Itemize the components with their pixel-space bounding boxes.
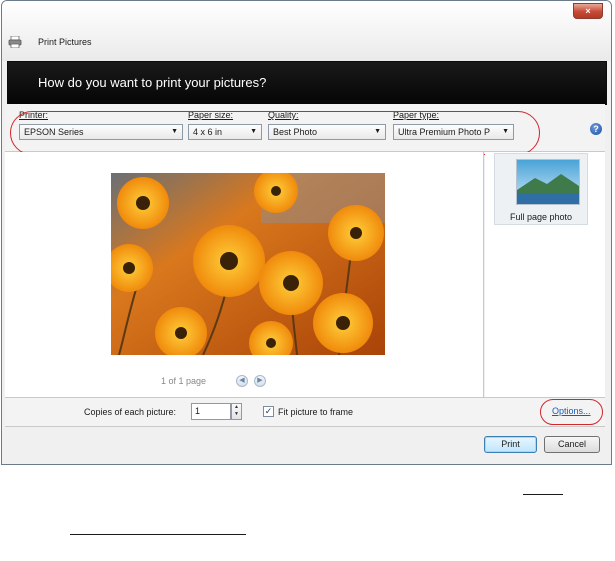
printer-icon: [8, 36, 22, 48]
chevron-up-icon[interactable]: ▲: [232, 404, 241, 411]
fit-picture-checkbox[interactable]: ✓: [263, 406, 274, 417]
layout-label: Full page photo: [509, 212, 573, 222]
page-count: 1 of 1 page: [161, 376, 207, 386]
divider-line: [70, 534, 246, 535]
chevron-down-icon[interactable]: ▼: [232, 411, 241, 418]
title-bar: × Print Pictures: [2, 1, 611, 61]
window-title: Print Pictures: [38, 37, 92, 47]
header-question: How do you want to print your pictures?: [38, 75, 267, 90]
fit-picture-label: Fit picture to frame: [278, 407, 354, 417]
print-button[interactable]: Print: [484, 436, 537, 453]
copies-label: Copies of each picture:: [84, 407, 177, 417]
layout-thumbnail: [516, 159, 580, 205]
options-highlight-oval: [540, 399, 603, 425]
preview-photo: [111, 173, 385, 355]
previous-page-button[interactable]: ◀: [236, 375, 248, 387]
options-bar: Copies of each picture: 1 ▲ ▼ ✓ Fit pict…: [5, 397, 605, 427]
divider-line: [523, 494, 563, 495]
copies-input[interactable]: 1: [191, 403, 231, 420]
layout-item-full-page-photo[interactable]: Full page photo: [494, 153, 588, 225]
settings-highlight-oval: [10, 111, 540, 155]
next-page-button[interactable]: ▶: [254, 375, 266, 387]
cancel-button[interactable]: Cancel: [544, 436, 600, 453]
copies-stepper[interactable]: ▲ ▼: [231, 403, 242, 420]
print-preview-pane: 1 of 1 page ◀ ▶: [5, 152, 484, 397]
help-icon[interactable]: ?: [590, 123, 602, 135]
layout-list: Full page photo: [485, 152, 605, 397]
window-close-button[interactable]: ×: [573, 3, 603, 19]
